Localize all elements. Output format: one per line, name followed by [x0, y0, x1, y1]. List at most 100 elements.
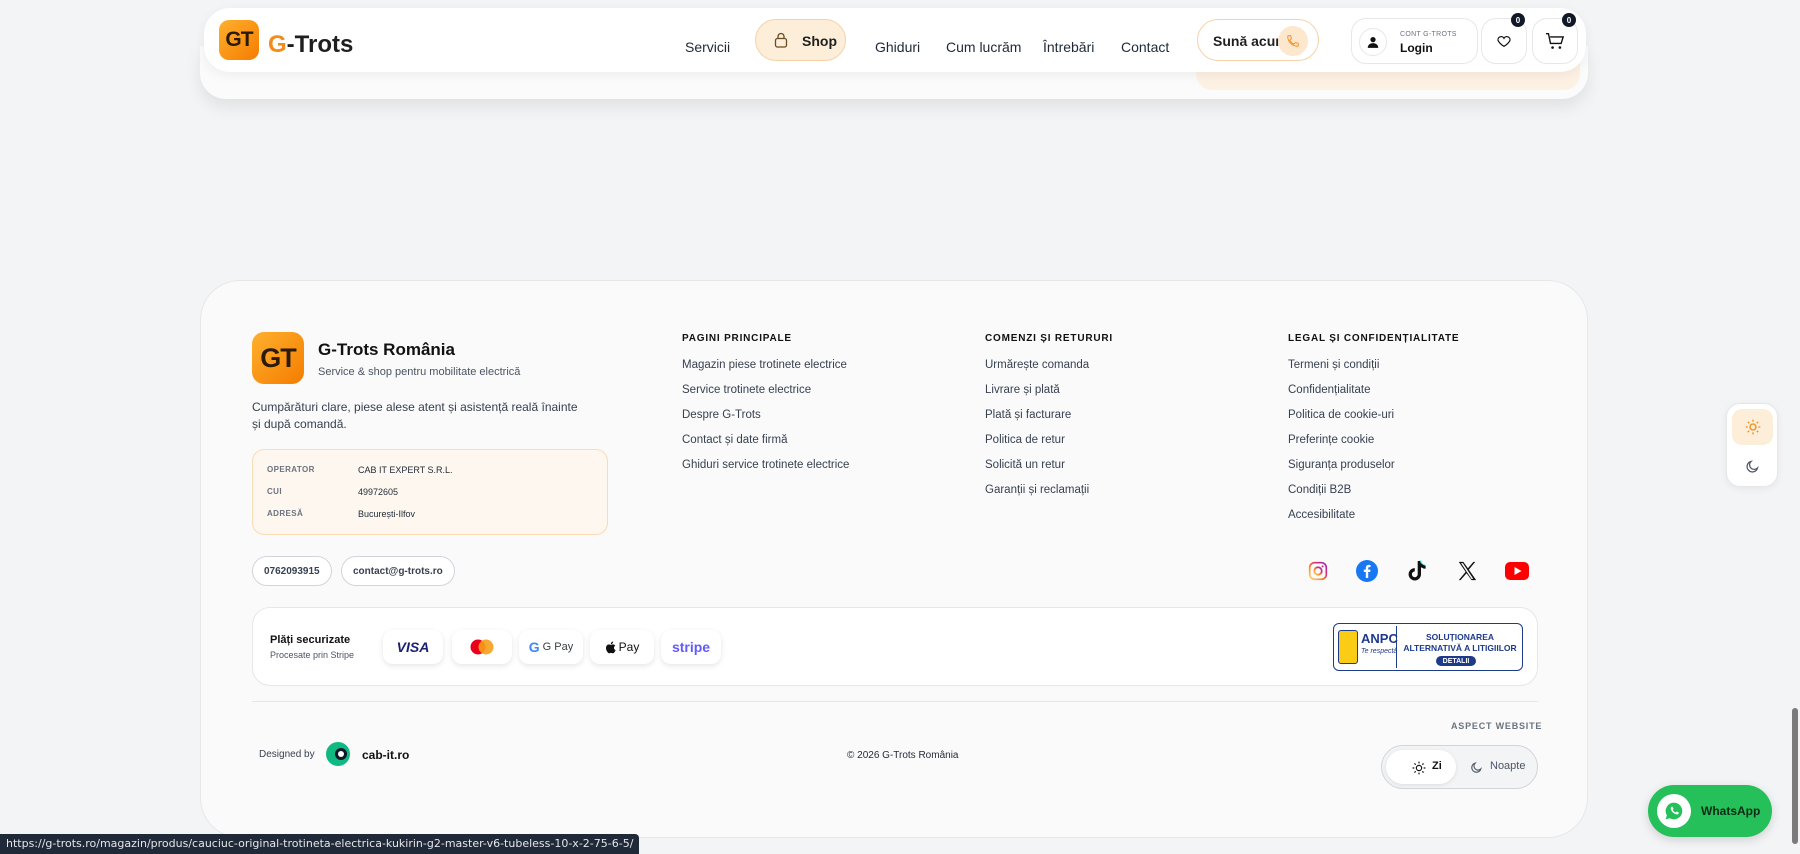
footer-link[interactable]: Siguranța produselor	[1288, 459, 1395, 471]
anpc-divider	[1396, 626, 1397, 668]
footer-link[interactable]: Politica de retur	[985, 434, 1065, 446]
anpc-seal-icon	[1338, 630, 1358, 664]
account-login-button[interactable]: CONT G-TROTS Login	[1351, 18, 1478, 64]
anpc-sal-badge[interactable]: ANPC Te respectă SOLUȚIONAREA ALTERNATIV…	[1333, 623, 1523, 671]
nav-cum-lucram[interactable]: Cum lucrăm	[946, 39, 1021, 55]
phone-chip[interactable]: 0762093915	[252, 556, 332, 586]
floating-moon-button[interactable]	[1732, 448, 1773, 484]
call-now-button[interactable]: Sună acum	[1197, 19, 1319, 61]
nav-contact[interactable]: Contact	[1121, 39, 1169, 55]
designed-by-label: Designed by	[259, 749, 315, 760]
youtube-icon[interactable]	[1504, 558, 1530, 584]
footer-link[interactable]: Solicită un retur	[985, 459, 1065, 471]
theme-night-label[interactable]: Noapte	[1490, 760, 1525, 772]
footer-column-title: PAGINI PRINCIPALE	[682, 333, 792, 344]
account-login-label: Login	[1400, 41, 1433, 55]
theme-switch: Zi Noapte	[1381, 745, 1538, 789]
payments-box: Plăți securizate Procesate prin Stripe V…	[252, 607, 1538, 686]
status-bar-url: https://g-trots.ro/magazin/produs/cauciu…	[0, 834, 640, 854]
company-info-box: OPERATOR CAB IT EXPERT S.R.L. CUI 499726…	[252, 449, 608, 535]
lock-icon	[774, 32, 788, 48]
footer-link[interactable]: Service trotinete electrice	[682, 384, 811, 396]
cart-count-badge: 0	[1562, 13, 1576, 27]
wishlist-button[interactable]: 0	[1481, 13, 1527, 64]
nav-shop-label: Shop	[802, 33, 837, 49]
footer-link[interactable]: Termeni și condiții	[1288, 359, 1379, 371]
designer-link[interactable]: cab-it.ro	[362, 748, 409, 762]
site-header: GT G-Trots Servicii Shop Ghiduri Cum luc…	[204, 8, 1586, 72]
brand-name[interactable]: G-Trots	[268, 31, 353, 59]
footer-link[interactable]: Condiții B2B	[1288, 484, 1351, 496]
moon-icon	[1746, 459, 1759, 473]
footer-link[interactable]: Confidențialitate	[1288, 384, 1370, 396]
cart-button[interactable]: 0	[1532, 13, 1578, 64]
footer-link[interactable]: Garanții și reclamații	[985, 484, 1089, 496]
scrollbar-thumb[interactable]	[1792, 708, 1798, 844]
footer-link[interactable]: Ghiduri service trotinete electrice	[682, 459, 849, 471]
anpc-details-button[interactable]: DETALII	[1436, 656, 1476, 666]
mastercard-icon	[452, 630, 512, 664]
brand-rest: -Trots	[286, 31, 354, 58]
anpc-motto: Te respectă	[1361, 648, 1398, 655]
footer-tagline: Service & shop pentru mobilitate electri…	[318, 366, 521, 378]
heart-icon	[1497, 36, 1511, 48]
nav-servicii[interactable]: Servicii	[685, 39, 730, 55]
x-icon[interactable]	[1454, 558, 1480, 584]
stripe-icon: stripe	[661, 630, 721, 664]
visa-icon: VISA	[383, 630, 443, 664]
footer-link[interactable]: Contact și date firmă	[682, 434, 787, 446]
footer-link[interactable]: Magazin piese trotinete electrice	[682, 359, 847, 371]
footer-column-title: LEGAL ȘI CONFIDENȚIALITATE	[1288, 333, 1460, 344]
anpc-brand: ANPC	[1361, 631, 1398, 646]
nav-ghiduri[interactable]: Ghiduri	[875, 39, 920, 55]
footer-brand-name: G-Trots România	[318, 340, 455, 359]
instagram-icon[interactable]	[1305, 558, 1331, 584]
facebook-icon[interactable]	[1354, 558, 1380, 584]
payments-subtitle: Procesate prin Stripe	[270, 650, 355, 660]
footer-link[interactable]: Urmărește comanda	[985, 359, 1089, 371]
payments-title: Plăți securizate	[270, 634, 351, 646]
whatsapp-label: WhatsApp	[1701, 804, 1761, 818]
nav-intrebari[interactable]: Întrebări	[1043, 39, 1094, 55]
wishlist-count-badge: 0	[1511, 13, 1525, 27]
google-pay-icon: GG Pay	[519, 630, 583, 664]
footer-link[interactable]: Plată și facturare	[985, 409, 1071, 421]
tiktok-icon[interactable]	[1404, 558, 1430, 584]
floating-sun-button[interactable]	[1732, 409, 1773, 445]
footer-divider	[252, 701, 1538, 702]
footer-logo[interactable]: GT	[252, 332, 304, 384]
copyright: © 2026 G-Trots România	[847, 750, 959, 761]
footer-link[interactable]: Accesibilitate	[1288, 509, 1355, 521]
whatsapp-button[interactable]: WhatsApp	[1648, 785, 1772, 837]
cart-icon	[1546, 32, 1565, 49]
footer-link[interactable]: Despre G-Trots	[682, 409, 761, 421]
phone-icon	[1278, 26, 1308, 56]
company-info-value: București-Ilfov	[358, 509, 416, 519]
moon-icon[interactable]	[1470, 761, 1483, 774]
floating-theme-toggle	[1726, 403, 1778, 487]
company-info-key: ADRESĂ	[267, 509, 304, 518]
call-now-label: Sună acum	[1213, 33, 1288, 49]
company-info-value: CAB IT EXPERT S.R.L.	[358, 465, 453, 475]
footer-description: Cumpărături clare, piese alese atent și …	[252, 400, 578, 431]
footer-link[interactable]: Politica de cookie-uri	[1288, 409, 1394, 421]
brand-g: G	[268, 31, 287, 58]
email-chip[interactable]: contact@g-trots.ro	[341, 556, 455, 586]
apple-pay-icon: Pay	[590, 630, 654, 664]
account-caption: CONT G-TROTS	[1400, 31, 1457, 38]
nav-shop[interactable]: Shop	[755, 19, 846, 61]
site-footer: GT G-Trots România Service & shop pentru…	[200, 280, 1588, 838]
company-info-value: 49972605	[358, 487, 399, 497]
header-logo[interactable]: GT	[219, 20, 259, 60]
company-info-key: CUI	[267, 487, 282, 496]
footer-column-title: COMENZI ȘI RETURURI	[985, 333, 1113, 344]
whatsapp-icon	[1657, 794, 1691, 828]
footer-link[interactable]: Preferințe cookie	[1288, 434, 1374, 446]
footer-link[interactable]: Livrare și plată	[985, 384, 1060, 396]
theme-section-title: ASPECT WEBSITE	[1451, 721, 1543, 731]
anpc-text: SOLUȚIONAREA ALTERNATIVĂ A LITIGIILOR	[1403, 632, 1517, 653]
sun-icon	[1412, 761, 1426, 775]
user-icon	[1359, 28, 1387, 56]
sun-icon	[1745, 419, 1760, 435]
cab-it-logo-icon[interactable]	[325, 741, 351, 767]
